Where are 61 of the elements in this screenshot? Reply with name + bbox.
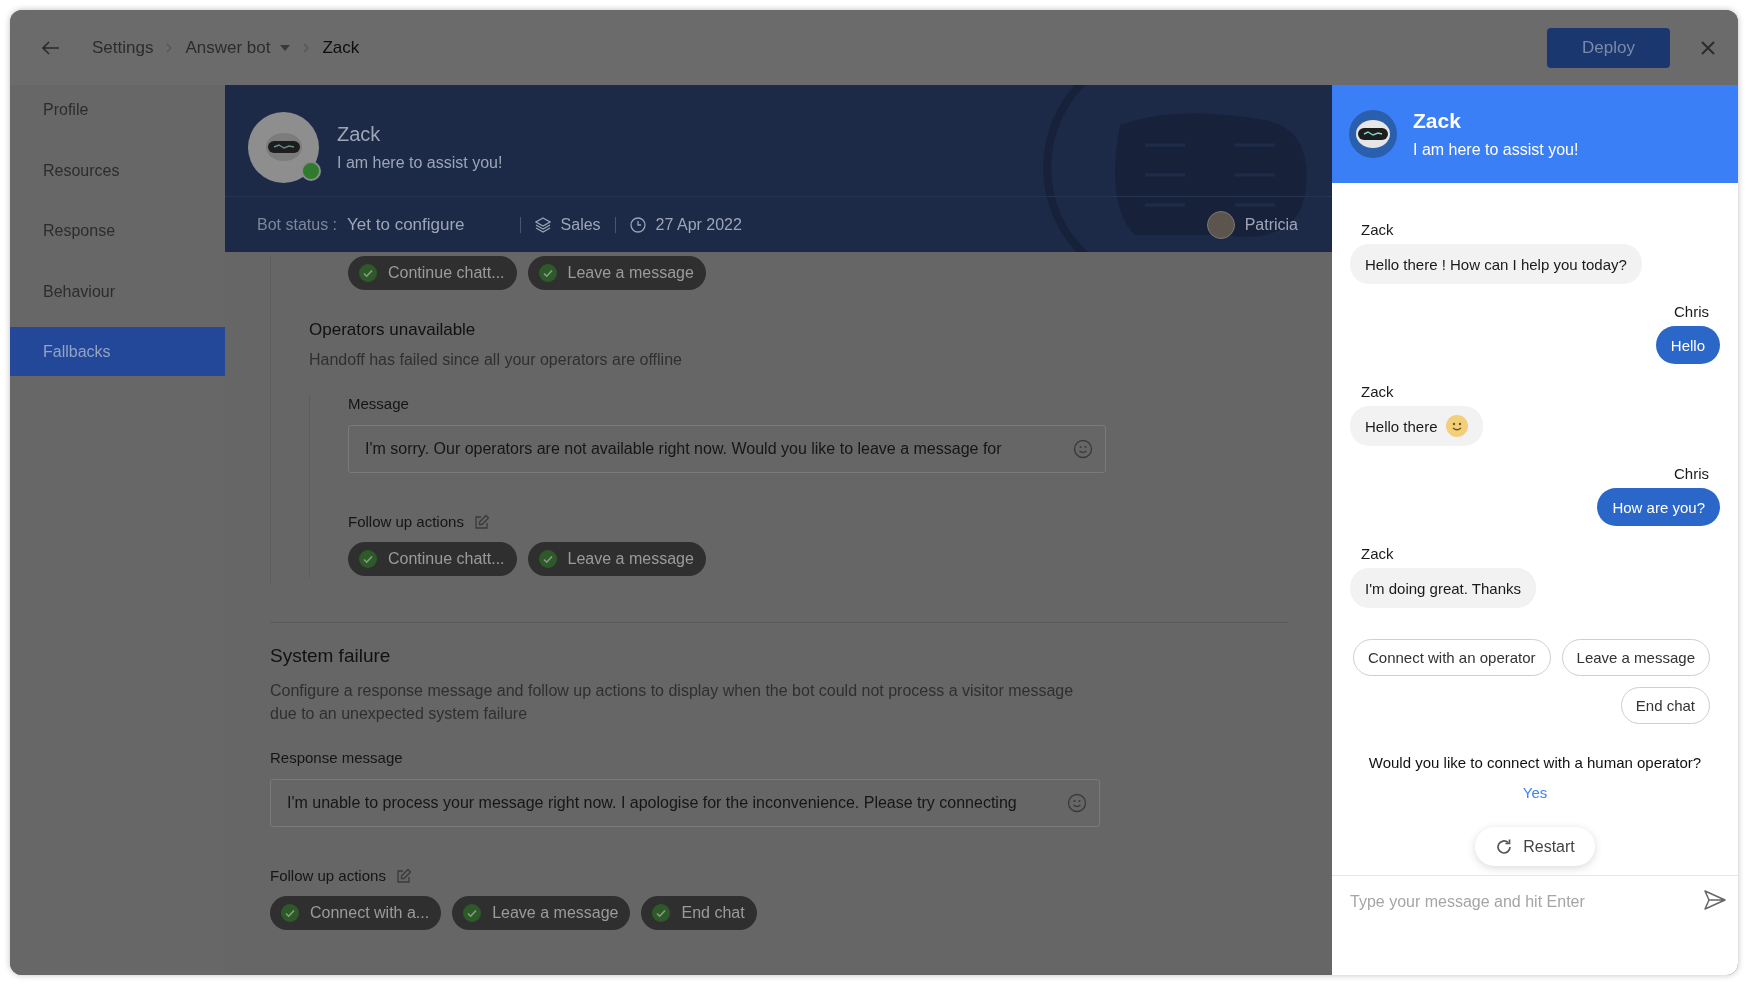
edit-icon[interactable] xyxy=(395,867,412,884)
refresh-icon xyxy=(1495,837,1514,856)
action-chip[interactable]: Continue chatt... xyxy=(348,256,517,290)
message-bubble: Hello there xyxy=(1350,406,1483,446)
department-label: Sales xyxy=(560,215,601,234)
sidebar-item[interactable]: Fallbacks xyxy=(10,327,225,376)
action-chip[interactable]: Leave a message xyxy=(452,896,631,930)
clock-icon xyxy=(629,216,646,233)
back-arrow-icon[interactable] xyxy=(42,40,60,55)
action-chip[interactable]: Leave a message xyxy=(527,542,706,576)
action-chip[interactable]: Connect with a... xyxy=(270,896,442,930)
bot-name: Zack xyxy=(1413,109,1462,133)
field-label: Message xyxy=(348,395,410,412)
section-title: Operators unavailable xyxy=(309,320,477,340)
bot-tagline: I am here to assist you! xyxy=(337,153,503,172)
action-chip[interactable]: Continue chatt... xyxy=(348,542,517,576)
owner-name: Patricia xyxy=(1244,215,1298,234)
breadcrumb-link[interactable]: Settings xyxy=(92,37,154,58)
question-text: Would you like to connect with a human operator? xyxy=(1367,754,1703,771)
message-field[interactable]: I'm sorry. Our operators are not available right now. Would you like to leave a message for xyxy=(348,425,1106,473)
sidebar-item[interactable]: Response xyxy=(10,206,225,255)
sender-name: Chris xyxy=(1674,465,1709,482)
sidebar-item[interactable]: Profile xyxy=(10,85,225,134)
quick-reply-button[interactable]: Connect with an operator xyxy=(1352,639,1551,676)
message-bubble: How are you? xyxy=(1597,488,1720,526)
message-bubble: Hello xyxy=(1655,326,1720,364)
action-chip[interactable]: End chat xyxy=(641,896,757,930)
bot-tagline: I am here to assist you! xyxy=(1413,141,1579,159)
message-bubble: I'm doing great. Thanks xyxy=(1350,568,1536,608)
sender-name: Zack xyxy=(1361,383,1394,400)
message-bubble: Hello there ! How can I help you today? xyxy=(1350,244,1642,284)
emoji-icon[interactable] xyxy=(1073,439,1093,459)
status-label: Bot status : xyxy=(257,215,338,234)
layers-icon xyxy=(534,216,551,233)
close-icon[interactable] xyxy=(1700,39,1716,56)
emoji-icon[interactable] xyxy=(1067,793,1087,813)
robot-face-icon xyxy=(1353,119,1393,149)
date-label: 27 Apr 2022 xyxy=(655,215,742,234)
send-icon[interactable] xyxy=(1704,890,1726,910)
edit-icon[interactable] xyxy=(473,513,490,530)
action-chip[interactable]: Leave a message xyxy=(527,256,706,290)
deploy-button[interactable]: Deploy xyxy=(1547,27,1670,68)
restart-button[interactable]: Restart xyxy=(1475,827,1595,866)
status-value: Yet to configure xyxy=(347,214,465,235)
sender-name: Zack xyxy=(1361,221,1394,238)
bot-name: Zack xyxy=(337,122,382,146)
sidebar-item[interactable]: Behaviour xyxy=(10,266,225,316)
sidebar-item[interactable]: Resources xyxy=(10,145,225,195)
caret-down-icon[interactable] xyxy=(280,44,291,51)
message-field[interactable]: I'm unable to process your message right now. I apologise for the inconvenience. Please try connecting xyxy=(270,779,1100,827)
quick-reply-button[interactable]: End chat xyxy=(1620,687,1710,724)
field-label: Response message xyxy=(270,749,404,766)
follow-up-label: Follow up actions xyxy=(348,513,464,530)
follow-up-label: Follow up actions xyxy=(270,867,386,884)
quick-reply-button[interactable]: Leave a message xyxy=(1561,639,1710,676)
sender-name: Chris xyxy=(1674,303,1709,320)
sender-name: Zack xyxy=(1361,545,1394,562)
section-title: System failure xyxy=(270,645,392,667)
breadcrumb-link[interactable]: Answer bot xyxy=(185,37,271,58)
answer-link[interactable]: Yes xyxy=(1522,784,1548,801)
section-description: Handoff has failed since all your operators are offline xyxy=(309,350,683,370)
